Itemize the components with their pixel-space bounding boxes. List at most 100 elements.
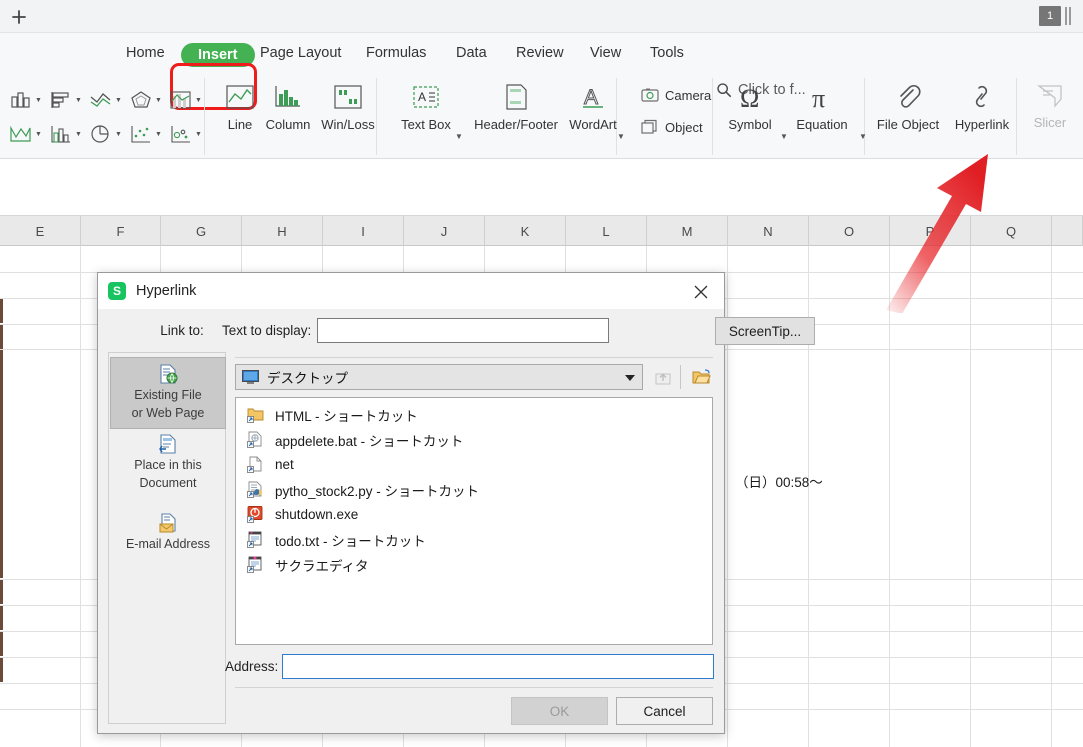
text-box-icon: A [413, 86, 439, 108]
radar-chart-icon[interactable]: ▼ [128, 89, 168, 111]
sidebar-item-existing-file[interactable]: Existing File or Web Page [110, 357, 226, 429]
row-marker [0, 325, 3, 349]
header-footer-icon [506, 84, 527, 110]
link-to-sidebar: Existing File or Web Page Place in this … [108, 352, 226, 724]
text-group: A Text Box ▼ Header/Footer A WordArt ▼ [377, 78, 625, 155]
tab-view[interactable]: View [590, 45, 621, 61]
object-button[interactable]: Object [641, 119, 703, 135]
column-header-F[interactable]: F [81, 216, 161, 246]
ok-button[interactable]: OK [511, 697, 608, 725]
folder-path-dropdown[interactable]: デスクトップ [235, 364, 643, 390]
desktop-icon [242, 370, 259, 384]
scatter-chart-icon[interactable]: ▼ [128, 123, 168, 145]
text-box-button[interactable]: A Text Box [395, 82, 457, 132]
hyperlink-button[interactable]: Hyperlink [950, 82, 1014, 132]
wordart-button[interactable]: A WordArt [565, 82, 621, 133]
sparkline-column-icon [275, 86, 300, 107]
exe-shortcut-icon [247, 506, 263, 523]
combo-chart-icon[interactable]: ▼ [168, 89, 208, 111]
window-tabstrip: 1 [0, 0, 1083, 33]
bubble-chart-icon[interactable]: ▼ [168, 123, 208, 145]
plus-icon[interactable] [6, 4, 32, 30]
text-to-display-label: Text to display: [222, 323, 312, 338]
tab-page-layout[interactable]: Page Layout [260, 45, 341, 61]
column-header-M[interactable]: M [647, 216, 728, 246]
camera-button[interactable]: Camera [641, 87, 711, 103]
list-item[interactable]: HTML - ショートカット [236, 402, 712, 427]
column-header-J[interactable]: J [404, 216, 485, 246]
tab-review[interactable]: Review [516, 45, 564, 61]
sheet-count-badge[interactable]: 1 [1039, 6, 1061, 26]
slicer-button: Slicer [1024, 82, 1076, 130]
slicer-label: Slicer [1033, 115, 1067, 130]
header-footer-button[interactable]: Header/Footer [463, 82, 569, 132]
column-header-O[interactable]: O [809, 216, 890, 246]
column-header-H[interactable]: H [242, 216, 323, 246]
address-label: Address: [225, 659, 279, 674]
column-header-K[interactable]: K [485, 216, 566, 246]
slicer-icon [1037, 85, 1062, 108]
cancel-button[interactable]: Cancel [616, 697, 713, 725]
row-marker [0, 580, 3, 604]
column-chart-icon[interactable]: ▼ [8, 89, 48, 111]
file-object-button[interactable]: File Object [870, 82, 946, 132]
bar-chart-icon[interactable]: ▼ [48, 89, 88, 111]
file-list[interactable]: HTML - ショートカット appdelete.bat - ショートカット n… [235, 397, 713, 645]
list-item[interactable]: todo.txt - ショートカット [236, 527, 712, 552]
line-chart-icon[interactable]: ▼ [88, 89, 128, 111]
browse-folder-button[interactable] [689, 364, 715, 390]
python-shortcut-icon [247, 481, 262, 498]
file-object-label: File Object [876, 117, 940, 132]
sparkline-line-button[interactable]: Line [215, 82, 265, 132]
equation-label: Equation [796, 117, 848, 132]
sheet-bars-icon[interactable] [1065, 6, 1075, 26]
text-box-chevron-down-icon[interactable]: ▼ [455, 132, 463, 141]
column-header-N[interactable]: N [728, 216, 809, 246]
address-input[interactable] [282, 654, 714, 679]
bat-shortcut-icon [247, 431, 262, 448]
list-item[interactable]: net [236, 452, 712, 477]
list-item[interactable]: shutdown.exe [236, 502, 712, 527]
sidebar-place-line1: Place in this [134, 458, 202, 472]
list-item[interactable]: appdelete.bat - ショートカット [236, 427, 712, 452]
column-header-I[interactable]: I [323, 216, 404, 246]
camera-label: Camera [665, 87, 712, 103]
column-header-E[interactable]: E [0, 216, 81, 246]
tab-data[interactable]: Data [456, 45, 487, 61]
email-address-icon [159, 513, 176, 533]
sparkline-winloss-icon [334, 85, 362, 109]
sparkline-winloss-button[interactable]: Win/Loss [317, 82, 379, 132]
close-icon[interactable] [684, 279, 718, 304]
screentip-button[interactable]: ScreenTip... [715, 317, 815, 345]
text-to-display-input[interactable] [317, 318, 609, 343]
cell-value[interactable]: （日）00:58〜 [735, 471, 823, 491]
tab-insert[interactable]: Insert [181, 43, 255, 67]
list-item[interactable]: サクラエディタ [236, 552, 712, 577]
sidebar-item-email-address[interactable]: E-mail Address [111, 512, 225, 552]
sparkline-column-button[interactable]: Column [263, 82, 313, 132]
histogram-chart-icon[interactable]: ▼ [48, 123, 88, 145]
sidebar-item-place-in-document[interactable]: Place in this Document [111, 433, 225, 491]
paperclip-icon [900, 85, 921, 108]
row-marker [0, 299, 3, 323]
column-header-partial[interactable] [1052, 216, 1083, 246]
equation-button[interactable]: π Equation [785, 82, 859, 132]
column-header-L[interactable]: L [566, 216, 647, 246]
list-item[interactable]: pytho_stock2.py - ショートカット [236, 477, 712, 502]
header-footer-label: Header/Footer [474, 117, 558, 132]
symbol-button[interactable]: Ω Symbol [718, 82, 782, 132]
file-name: net [275, 457, 294, 472]
link-group: File Object Hyperlink [865, 78, 1017, 155]
area-chart-icon[interactable]: ▼ [8, 123, 48, 145]
file-name: pytho_stock2.py - ショートカット [275, 483, 480, 499]
column-header-G[interactable]: G [161, 216, 242, 246]
tab-tools[interactable]: Tools [650, 45, 684, 61]
tab-home[interactable]: Home [126, 45, 165, 61]
svg-text:A: A [584, 86, 598, 109]
sidebar-place-line2: Document [139, 476, 197, 490]
chevron-down-icon[interactable] [625, 375, 635, 381]
tab-formulas[interactable]: Formulas [366, 45, 426, 61]
camera-icon [641, 88, 659, 102]
pie-chart-icon[interactable]: ▼ [88, 123, 128, 145]
symbol-chevron-down-icon[interactable]: ▼ [780, 132, 788, 141]
